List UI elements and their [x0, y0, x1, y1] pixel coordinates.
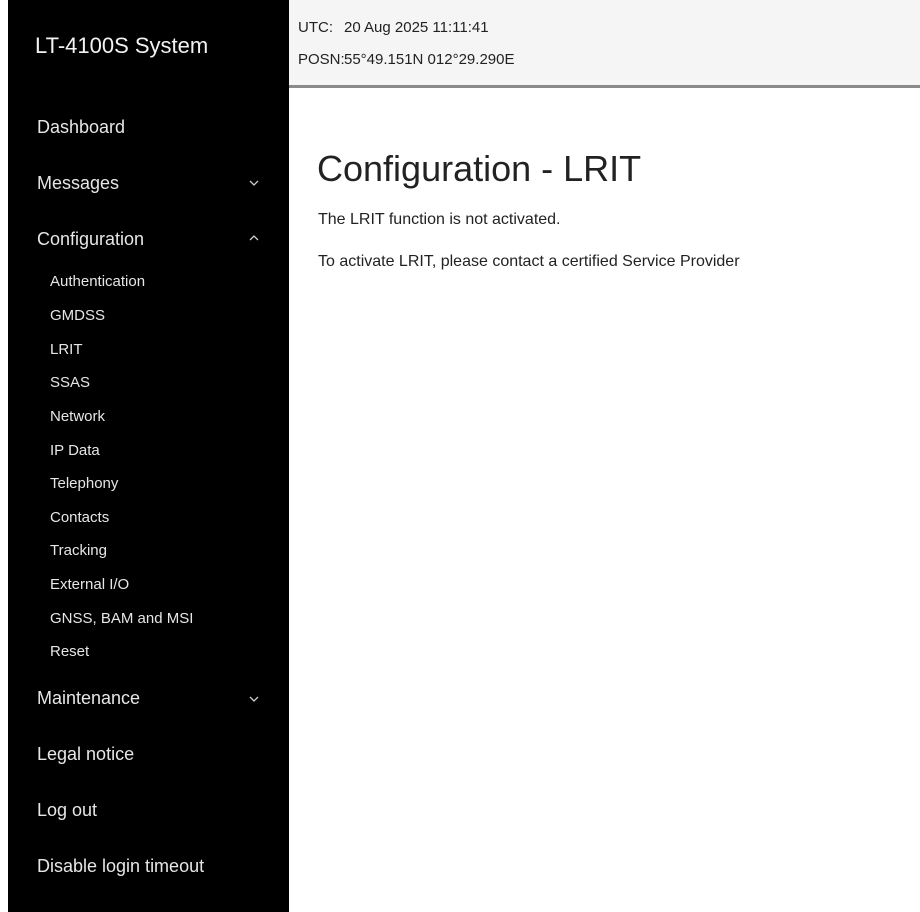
sidebar-subitem-reset[interactable]: Reset	[50, 643, 89, 660]
sidebar-subitem-gnss-bam-msi[interactable]: GNSS, BAM and MSI	[50, 610, 193, 627]
sidebar-subitem-ip-data[interactable]: IP Data	[50, 442, 100, 459]
sidebar-item-maintenance[interactable]: Maintenance	[37, 688, 140, 709]
chevron-up-icon[interactable]	[246, 230, 262, 244]
status-message: The LRIT function is not activated.	[318, 211, 561, 228]
utc-label: UTC:	[298, 19, 333, 36]
sidebar-subitem-gmdss[interactable]: GMDSS	[50, 307, 105, 324]
sidebar-subitem-network[interactable]: Network	[50, 408, 105, 425]
sidebar-item-configuration[interactable]: Configuration	[37, 229, 144, 250]
app-title: LT-4100S System	[35, 33, 209, 58]
status-header: UTC: 20 Aug 2025 11:11:41 POSN:55°49.151N…	[289, 0, 920, 88]
sidebar-subitem-contacts[interactable]: Contacts	[50, 509, 109, 526]
sidebar-item-legal-notice[interactable]: Legal notice	[37, 744, 134, 765]
sidebar: LT-4100S System Dashboard Messages Confi…	[8, 0, 289, 912]
activation-instructions: To activate LRIT, please contact a certi…	[318, 253, 740, 270]
sidebar-subitem-external-io[interactable]: External I/O	[50, 576, 129, 593]
posn-value: 55°49.151N 012°29.290E	[344, 51, 515, 68]
chevron-down-icon[interactable]	[246, 692, 262, 706]
utc-row: UTC: 20 Aug 2025 11:11:41	[298, 19, 489, 36]
sidebar-item-log-out[interactable]: Log out	[37, 800, 97, 821]
left-margin	[0, 0, 8, 912]
sidebar-subitem-ssas[interactable]: SSAS	[50, 374, 90, 391]
sidebar-item-dashboard[interactable]: Dashboard	[37, 117, 125, 138]
utc-value: 20 Aug 2025 11:11:41	[344, 19, 489, 36]
sidebar-subitem-telephony[interactable]: Telephony	[50, 475, 118, 492]
page-title: Configuration - LRIT	[317, 148, 642, 189]
sidebar-subitem-authentication[interactable]: Authentication	[50, 273, 145, 290]
sidebar-item-disable-login-timeout[interactable]: Disable login timeout	[37, 856, 204, 877]
posn-label: POSN:	[298, 51, 345, 68]
app-window: LT-4100S System Dashboard Messages Confi…	[0, 0, 920, 912]
sidebar-subitem-tracking[interactable]: Tracking	[50, 542, 107, 559]
chevron-down-icon[interactable]	[246, 176, 262, 190]
sidebar-subitem-lrit[interactable]: LRIT	[50, 341, 83, 358]
sidebar-item-messages[interactable]: Messages	[37, 173, 119, 194]
posn-row: POSN:55°49.151N 012°29.290E	[298, 51, 514, 68]
